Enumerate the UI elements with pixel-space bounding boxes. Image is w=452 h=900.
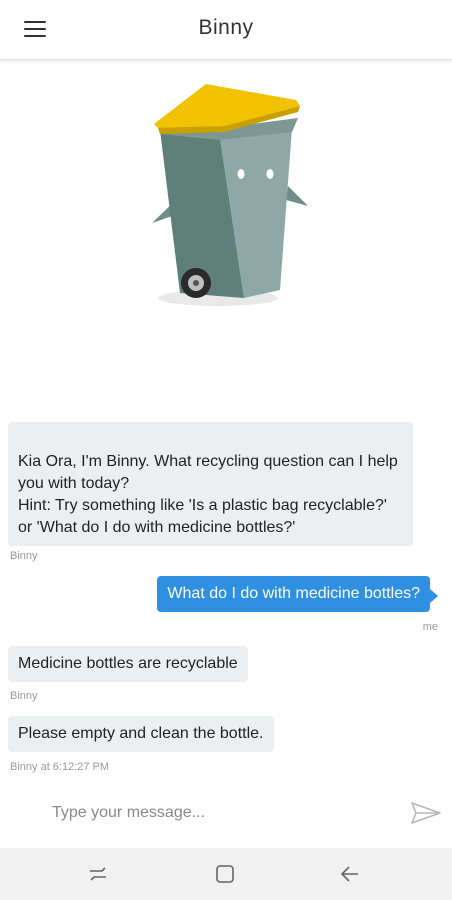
recycling-bin-mascot: [152, 84, 308, 306]
page-title: Binny: [198, 16, 254, 39]
user-message: What do I do with medicine bottles?: [157, 576, 438, 612]
message-text: Kia Ora, I'm Binny. What recycling quest…: [18, 453, 398, 536]
system-navigation-bar: [0, 848, 452, 900]
back-icon[interactable]: [338, 862, 362, 886]
message-sender: me: [422, 621, 438, 633]
home-icon[interactable]: [213, 862, 237, 886]
bot-message: Please empty and clean the bottle.: [8, 716, 274, 752]
message-sender: Binny: [10, 690, 38, 702]
send-icon[interactable]: [410, 800, 442, 826]
message-composer: [0, 790, 452, 836]
message-sender: Binny: [10, 550, 38, 562]
message-timestamp: Binny at 6:12:27 PM: [10, 761, 110, 773]
message-text: Medicine bottles are recyclable: [18, 655, 238, 672]
bot-message: Kia Ora, I'm Binny. What recycling quest…: [8, 422, 413, 546]
message-text: What do I do with medicine bottles?: [167, 585, 420, 602]
bot-message: Medicine bottles are recyclable: [8, 646, 248, 682]
message-input[interactable]: [52, 798, 392, 828]
recent-apps-icon[interactable]: [86, 862, 110, 886]
message-text: Please empty and clean the bottle.: [18, 725, 264, 742]
app-bar: Binny: [0, 0, 452, 60]
